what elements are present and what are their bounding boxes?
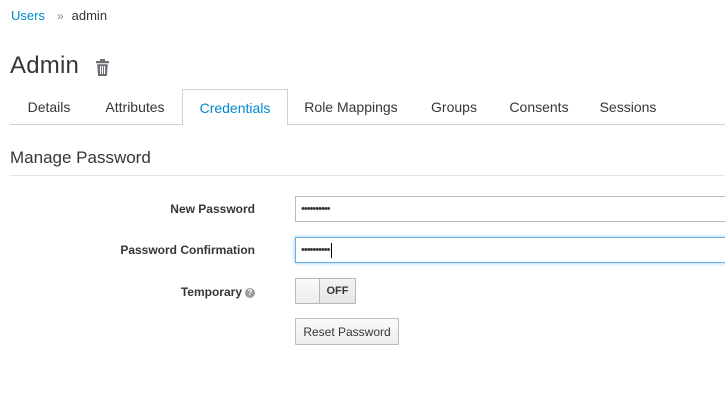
page-header: Admin (10, 52, 111, 80)
question-circle-icon[interactable]: ? (245, 287, 255, 298)
password-confirmation-label: Password Confirmation (120, 243, 255, 257)
temporary-label: Temporary (180, 285, 242, 299)
tab-sessions[interactable]: Sessions (584, 89, 672, 125)
tab-credentials[interactable]: Credentials (182, 89, 288, 126)
breadcrumb: Users » admin (11, 8, 107, 23)
tab-role-mappings[interactable]: Role Mappings (288, 89, 414, 125)
breadcrumb-users-link[interactable]: Users (11, 8, 45, 23)
password-confirmation-value: •••••••••• (301, 244, 330, 256)
new-password-value: •••••••••• (301, 203, 330, 215)
tab-consents[interactable]: Consents (494, 89, 584, 125)
toggle-knob (296, 279, 320, 303)
trash-icon[interactable] (94, 58, 111, 77)
temporary-label-row: Temporary? (181, 285, 255, 299)
password-confirmation-input[interactable]: •••••••••• (295, 237, 725, 263)
section-title: Manage Password (10, 148, 725, 176)
tab-attributes[interactable]: Attributes (88, 89, 182, 125)
reset-password-button[interactable]: Reset Password (295, 318, 399, 345)
tab-bar: Details Attributes Credentials Role Mapp… (10, 89, 725, 126)
text-caret (330, 242, 332, 258)
breadcrumb-current: admin (71, 8, 108, 23)
page-title: Admin (10, 52, 80, 79)
toggle-state: OFF (320, 279, 355, 303)
tab-details[interactable]: Details (10, 89, 88, 125)
user-credentials-page: Users » admin Admin Details Attributes C… (0, 0, 725, 415)
new-password-label: New Password (170, 202, 255, 216)
new-password-input[interactable]: •••••••••• (295, 196, 725, 222)
tab-groups[interactable]: Groups (414, 89, 494, 125)
temporary-toggle[interactable]: OFF (295, 278, 356, 304)
breadcrumb-separator: » (56, 8, 64, 23)
